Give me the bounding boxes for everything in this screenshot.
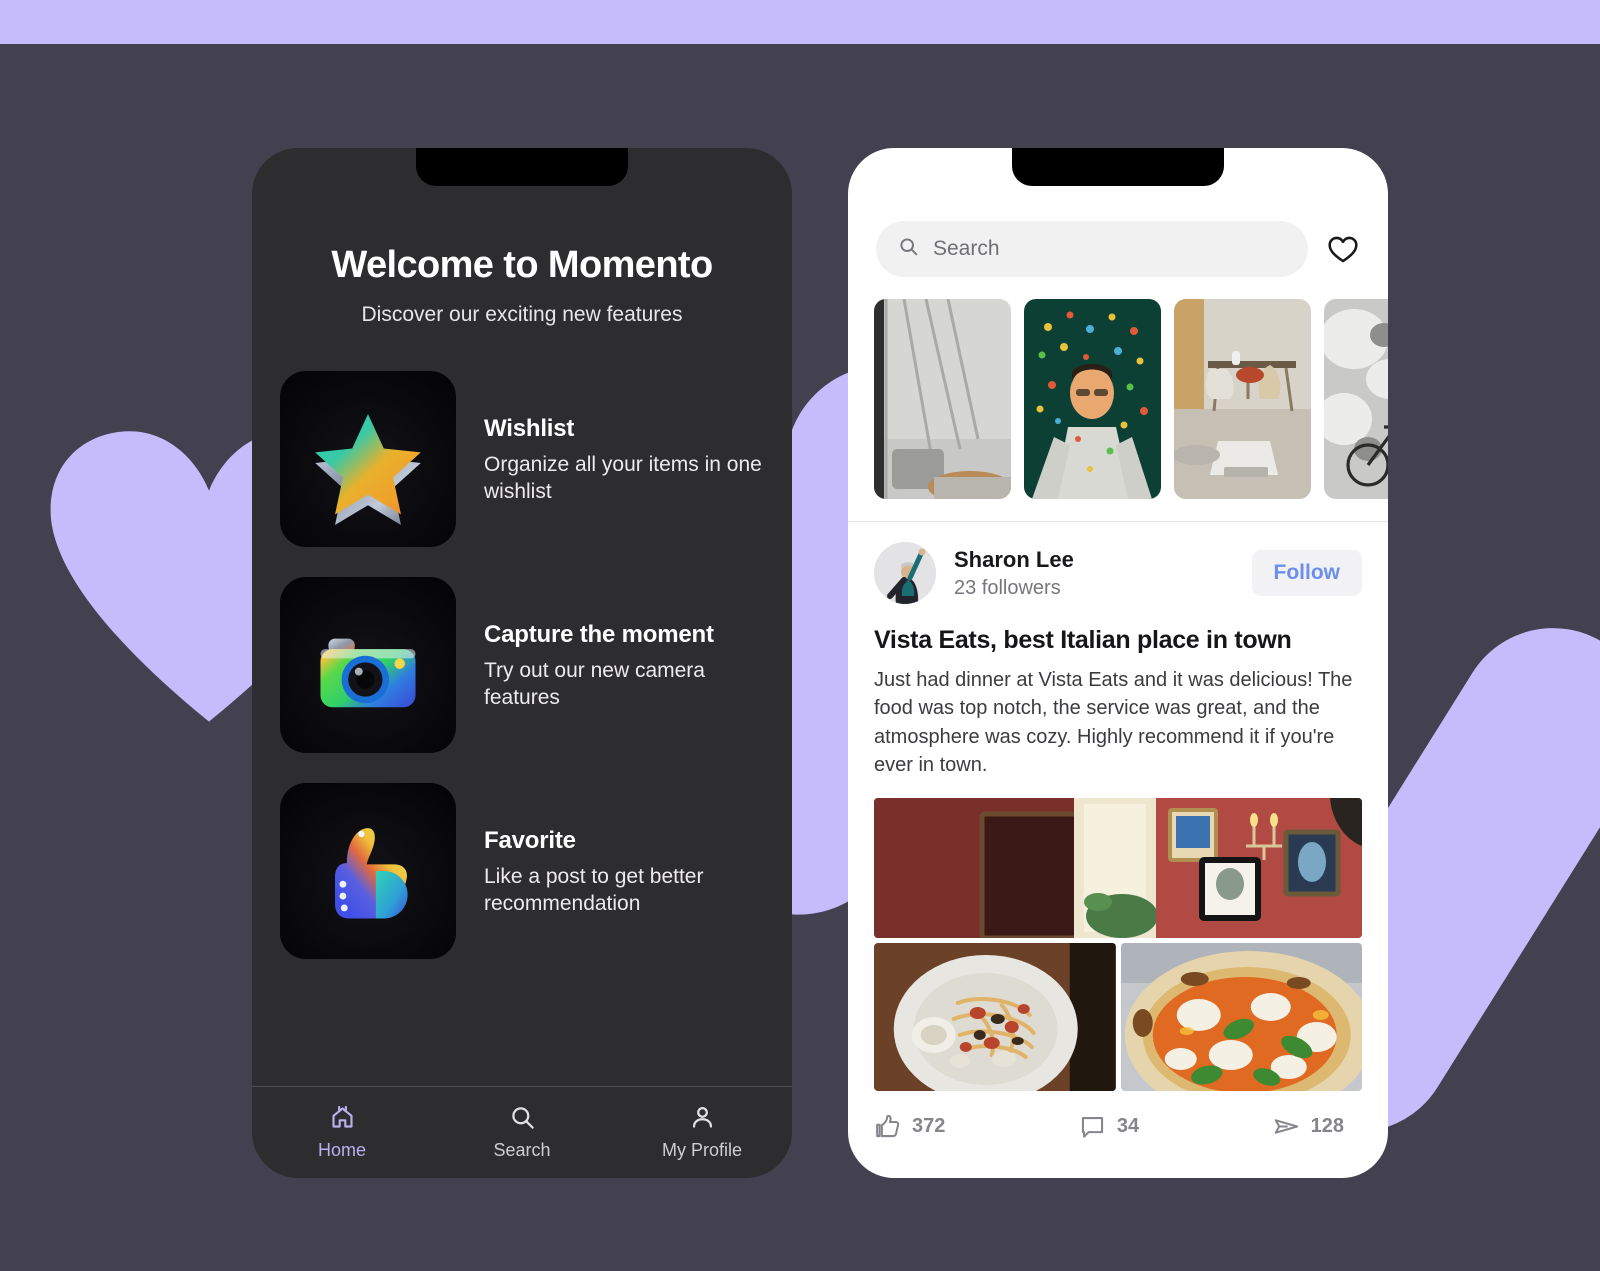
home-icon <box>329 1104 356 1131</box>
post-photo-grid <box>874 797 1362 1091</box>
post-photo[interactable] <box>874 942 1116 1091</box>
feature-text: Wishlist Organize all your items in one … <box>484 371 764 507</box>
feature-title: Favorite <box>484 826 576 854</box>
carousel-item[interactable] <box>874 299 1011 499</box>
post-photo[interactable] <box>874 797 1362 938</box>
comment-count: 34 <box>1116 1114 1140 1137</box>
feature-item-capture[interactable]: Capture the moment Try out our new camer… <box>280 576 764 753</box>
thumbs-up-icon <box>874 1113 901 1140</box>
search-placeholder: Search <box>933 237 1000 260</box>
post-body: Just had dinner at Vista Eats and it was… <box>874 669 1353 777</box>
like-action[interactable]: 372 <box>874 1113 1031 1140</box>
onboarding-phone: Welcome to Momento Discover our exciting… <box>252 148 792 1178</box>
author-name: Sharon Lee <box>954 546 1074 572</box>
feature-title: Capture the moment <box>484 620 714 648</box>
feature-text: Capture the moment Try out our new camer… <box>484 577 764 713</box>
star-3d-icon <box>280 370 456 547</box>
author-meta: Sharon Lee 23 followers <box>954 547 1252 600</box>
feed-phone: Search Sharon Lee 23 followers Follow Vi… <box>848 148 1388 1178</box>
tab-label: Search <box>493 1140 551 1160</box>
author-followers: 23 followers <box>954 576 1061 599</box>
avatar[interactable] <box>874 542 936 604</box>
comment-icon <box>1079 1113 1106 1140</box>
tab-label: My Profile <box>661 1140 742 1160</box>
carousel-item[interactable] <box>1174 299 1311 499</box>
tab-home[interactable]: Home <box>252 1104 432 1161</box>
page-title: Welcome to Momento <box>331 244 713 286</box>
feature-description: Try out our new camera features <box>484 658 705 710</box>
phone-notch <box>1012 148 1224 186</box>
feature-description: Like a post to get better recommendation <box>484 864 704 916</box>
comment-action[interactable]: 34 <box>1031 1113 1188 1140</box>
feature-item-favorite[interactable]: Favorite Like a post to get better recom… <box>280 782 764 959</box>
tab-my-profile[interactable]: My Profile <box>612 1104 792 1161</box>
carousel-item[interactable] <box>1024 299 1161 499</box>
tab-label: Home <box>317 1140 366 1160</box>
search-icon <box>898 236 919 262</box>
heart-outline-icon[interactable] <box>1326 232 1360 266</box>
feature-text: Favorite Like a post to get better recom… <box>484 783 764 919</box>
post-author-row: Sharon Lee 23 followers Follow <box>848 522 1388 604</box>
share-icon <box>1273 1113 1300 1140</box>
camera-3d-icon <box>280 576 456 753</box>
share-action[interactable]: 128 <box>1187 1113 1362 1140</box>
phone-notch <box>416 148 628 186</box>
post-content: Vista Eats, best Italian place in town J… <box>848 604 1388 1091</box>
tab-search[interactable]: Search <box>432 1104 612 1161</box>
top-purple-band <box>0 0 1600 44</box>
search-input[interactable]: Search <box>876 221 1308 277</box>
bottom-tab-bar: Home Search My Profile <box>252 1086 792 1178</box>
post-actions: 372 34 128 <box>848 1091 1388 1140</box>
person-icon <box>689 1104 716 1131</box>
share-count: 128 <box>1310 1114 1345 1137</box>
post-photo[interactable] <box>1120 942 1362 1091</box>
feature-title: Wishlist <box>484 414 575 442</box>
feature-list: Wishlist Organize all your items in one … <box>252 370 792 959</box>
page-subtitle: Discover our exciting new features <box>361 302 683 326</box>
follow-button[interactable]: Follow <box>1251 550 1362 596</box>
like-count: 372 <box>912 1114 946 1137</box>
thumbs-up-3d-icon <box>280 782 456 959</box>
search-icon <box>509 1104 536 1131</box>
feature-item-wishlist[interactable]: Wishlist Organize all your items in one … <box>280 370 764 547</box>
carousel-item[interactable] <box>1324 299 1388 499</box>
feature-description: Organize all your items in one wishlist <box>484 452 762 504</box>
image-carousel[interactable] <box>848 277 1388 499</box>
post-title: Vista Eats, best Italian place in town <box>874 626 1292 654</box>
